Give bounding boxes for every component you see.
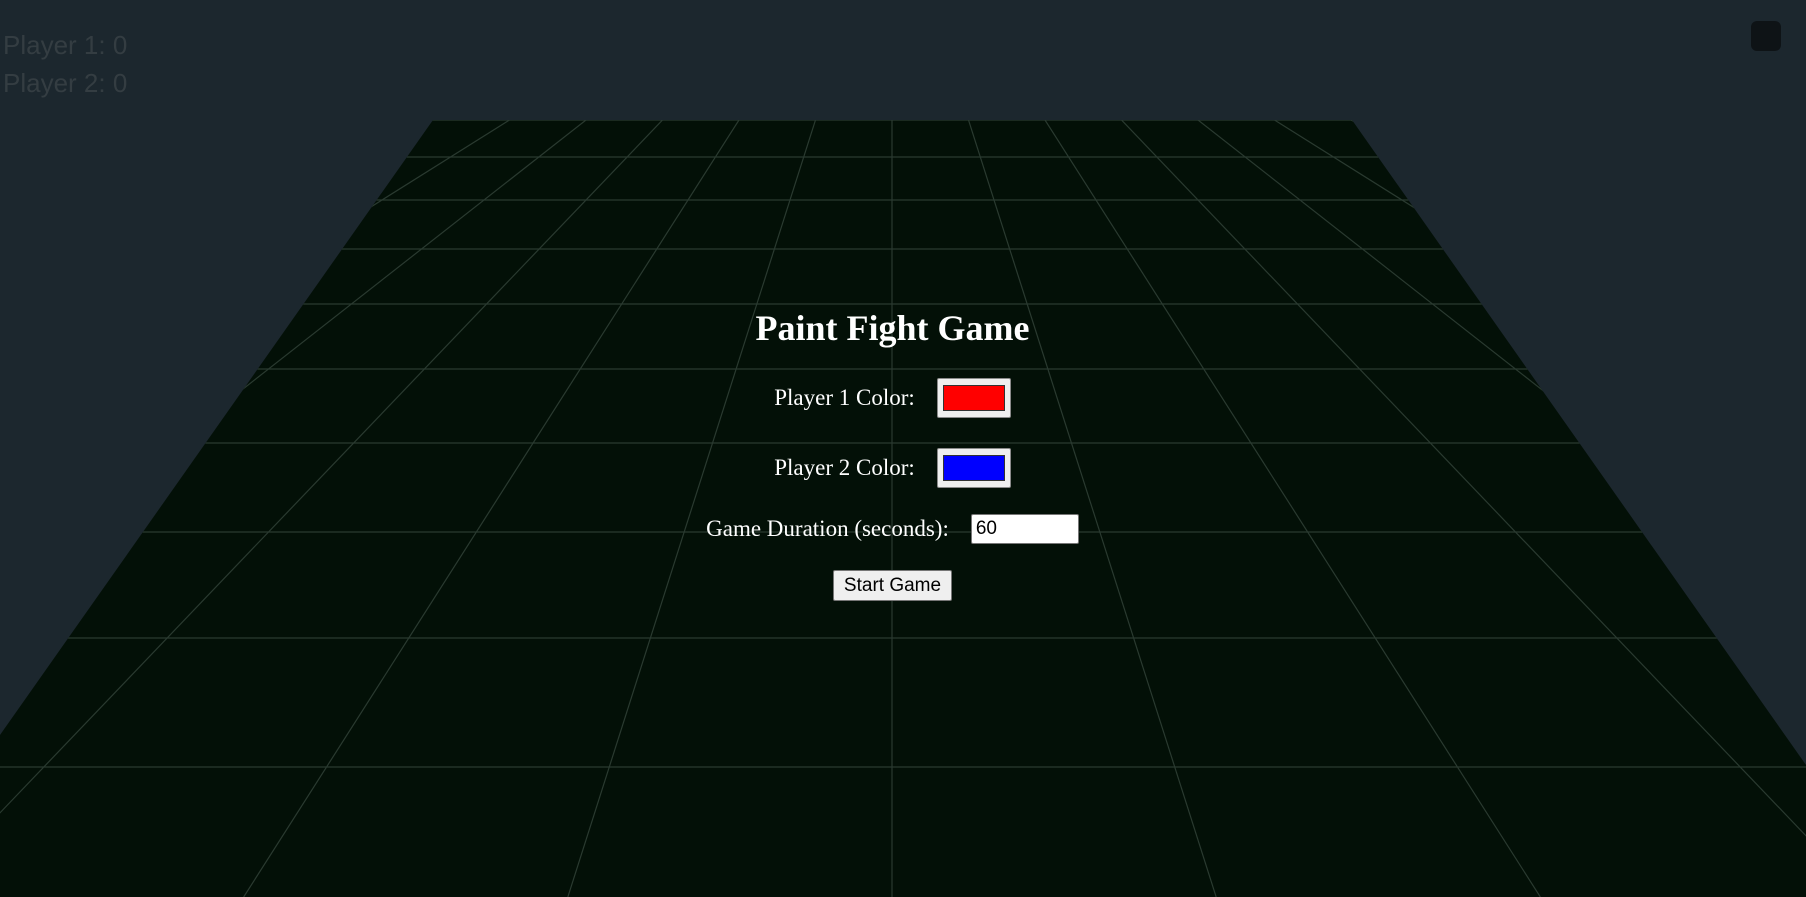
game-title: Paint Fight Game <box>755 308 1030 348</box>
fullscreen-button[interactable] <box>1751 21 1781 51</box>
start-menu: Paint Fight Game Player 1 Color: Player … <box>0 300 1785 601</box>
player1-score: Player 1: 0 <box>3 30 128 60</box>
player2-score: Player 2: 0 <box>3 68 128 98</box>
duration-label: Game Duration (seconds): <box>706 516 949 541</box>
player2-color-label: Player 2 Color: <box>774 455 915 480</box>
player1-color-swatch <box>942 385 1005 411</box>
player2-color-picker[interactable] <box>936 448 1011 488</box>
player2-color-swatch <box>942 455 1005 481</box>
start-game-button[interactable]: Start Game <box>832 570 953 601</box>
player1-color-label: Player 1 Color: <box>774 385 915 410</box>
player1-color-picker[interactable] <box>936 378 1011 418</box>
duration-input[interactable] <box>970 514 1079 544</box>
scoreboard: Player 1: 0 Player 2: 0 <box>3 26 127 102</box>
